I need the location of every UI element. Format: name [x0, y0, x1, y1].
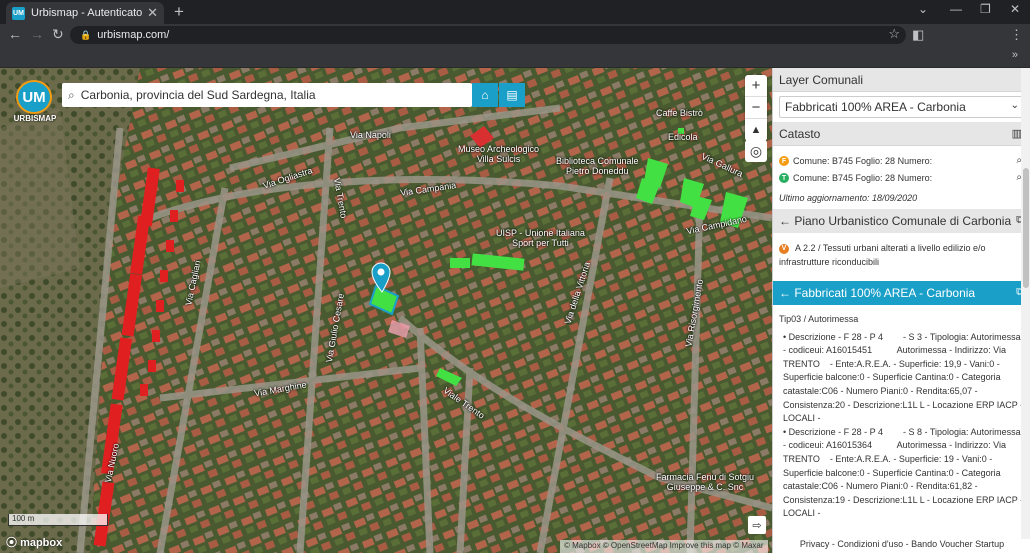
bookmark-star-icon[interactable]: ☆ [888, 26, 900, 42]
search-input[interactable] [80, 88, 461, 102]
zoom-controls: + − ▲ [745, 75, 767, 141]
puc-header[interactable]: ← Piano Urbanistico Comunale di Carbonia… [773, 209, 1030, 233]
zone-badge: V [779, 243, 789, 254]
home-button[interactable]: ⌂ [472, 83, 498, 107]
bookmarks-more-icon[interactable]: » [1012, 49, 1018, 61]
last-update: Ultimo aggiornamento: 18/09/2020 [779, 193, 918, 203]
back-icon[interactable]: ← [8, 26, 22, 42]
scale-bar: 100 m [8, 514, 108, 526]
catasto-row: F Comune: B745 Foglio: 28 Numero: ⌕ [773, 154, 1030, 168]
label-uisp: UISP - Unione Italiana Sport per Tutti [496, 228, 585, 248]
browser-tab-bar: UM Urbismap - Autenticato come ut ✕ + ⌄ … [0, 0, 1030, 24]
reload-icon[interactable]: ↻ [52, 26, 64, 43]
document-icon: ▤ [506, 88, 518, 102]
tab-close-icon[interactable]: ✕ [147, 5, 158, 21]
foglio-badge: F [779, 156, 789, 166]
new-tab-button[interactable]: + [174, 2, 184, 22]
layer-select[interactable]: Fabbricati 100% AREA - Carbonia ⌄ [779, 96, 1024, 118]
footer-links[interactable]: Privacy - Condizioni d'uso - Bando Vouch… [773, 539, 1030, 553]
label-museo: Museo Archeologico Villa Sulcis [458, 144, 540, 164]
compass-button[interactable]: ▲ [745, 119, 767, 141]
arrow-right-icon: ⇨ [752, 519, 762, 532]
close-window-button[interactable]: ✕ [1010, 2, 1020, 16]
lock-icon[interactable]: 🔒 [80, 30, 91, 41]
tab-search-icon[interactable]: ⌄ [918, 2, 928, 16]
map-view[interactable]: Via Napoli Via Ogliastra Via Campania Vi… [0, 68, 772, 553]
panel-scrollbar[interactable] [1021, 68, 1030, 539]
urbismap-logo[interactable]: UM URBISMAP [12, 80, 58, 126]
map-attribution[interactable]: © Mapbox © OpenStreetMap Improve this ma… [560, 540, 768, 553]
minimize-button[interactable]: — [950, 2, 962, 16]
zoom-out-button[interactable]: − [745, 97, 767, 119]
browser-tab[interactable]: UM Urbismap - Autenticato come ut ✕ [6, 2, 164, 24]
tipologia: Tip03 / Autorimessa [779, 314, 859, 324]
label-caffe: Caffe Bistrò [656, 108, 703, 118]
label-farmacia: Farmacia Fenu di Sotgiu Giuseppe & C. Sn… [656, 472, 755, 492]
crosshair-icon: ◎ [749, 142, 763, 159]
terreno-badge: T [779, 173, 789, 183]
scrollbar-thumb[interactable] [1023, 168, 1029, 288]
search-icon: ⌕ [68, 87, 75, 102]
tab-title: Urbismap - Autenticato come ut [31, 7, 143, 19]
search-box[interactable]: ⌕ [62, 83, 472, 107]
zoom-in-button[interactable]: + [745, 75, 767, 97]
record-item: • Descrizione - F 28 - P 4 - S 3 - Tipol… [783, 331, 1023, 424]
geolocate-button[interactable]: ◎ [745, 140, 767, 162]
browser-menu-icon[interactable]: ⋮ [1010, 27, 1023, 43]
fabbricati-header[interactable]: ← Fabbricati 100% AREA - Carbonia ⧉ [773, 281, 1030, 305]
chevron-down-icon: ⌄ [1010, 100, 1019, 111]
mapbox-logo[interactable]: ⦿ mapbox [6, 534, 62, 550]
info-panel: Layer Comunali Fabbricati 100% AREA - Ca… [772, 68, 1030, 553]
bookmarks-bar: » [0, 46, 1030, 68]
catasto-header: Catasto ▥ [773, 122, 1030, 146]
restore-button[interactable]: ❐ [980, 2, 991, 16]
forward-icon[interactable]: → [30, 26, 44, 42]
label-biblioteca: Biblioteca Comunale Pietro Doneddu [556, 156, 639, 176]
home-icon: ⌂ [481, 88, 489, 102]
document-button[interactable]: ▤ [499, 83, 525, 107]
label-edicola: Edicola [668, 132, 698, 142]
fabbricati-detail: Tip03 / Autorimessa • Descrizione - F 28… [773, 305, 1030, 535]
puc-zone: V A 2.2 / Tessuti urbani alterati a live… [779, 243, 986, 267]
omnibox[interactable]: 🔒 urbismap.com/ ☆ [70, 26, 906, 44]
layer-header: Layer Comunali [773, 68, 1030, 92]
catasto-row: T Comune: B745 Foglio: 28 Numero: ⌕ [773, 171, 1030, 185]
urbismap-favicon-icon: UM [12, 6, 25, 20]
url-text[interactable]: urbismap.com/ [97, 29, 169, 41]
side-panel-icon[interactable]: ◧ [912, 27, 924, 43]
label-via-napoli: Via Napoli [350, 130, 391, 140]
collapse-panel-button[interactable]: ⇨ [748, 516, 766, 534]
address-bar: ← → ↻ 🔒 urbismap.com/ ☆ ◧ ⋮ [0, 24, 1030, 46]
record-item: • Descrizione - F 28 - P 4 - S 8 - Tipol… [783, 426, 1023, 519]
